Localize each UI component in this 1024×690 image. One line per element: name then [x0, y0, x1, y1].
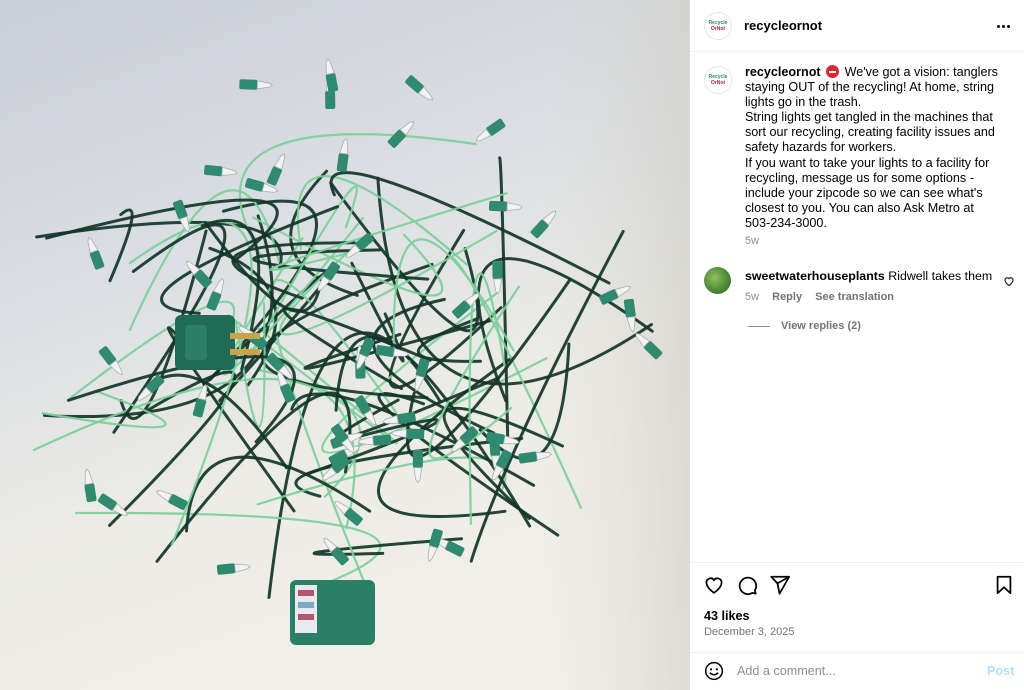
light-bulb: [488, 200, 523, 212]
comment-bubble-icon[interactable]: [736, 574, 758, 596]
light-bulb: [387, 120, 414, 148]
replies-divider: [748, 325, 770, 327]
see-translation-button[interactable]: See translation: [815, 291, 894, 303]
share-send-icon[interactable]: [769, 574, 791, 596]
light-bulb: [325, 58, 339, 93]
view-replies-label: View replies (2): [781, 320, 861, 332]
comment-text-row: sweetwaterhouseplants Ridwell takes them: [745, 269, 995, 283]
light-bulb: [475, 118, 506, 142]
comment-time: 5w: [745, 291, 760, 303]
caption-username[interactable]: recycleornot: [745, 65, 821, 79]
avatar-text-2: OrNot: [710, 26, 726, 32]
comment-text: Ridwell takes them: [888, 269, 993, 283]
post-comment-button[interactable]: Post: [987, 664, 1014, 678]
light-bulb: [203, 164, 238, 177]
light-bulb: [266, 153, 286, 186]
caption-line-2: String lights get tangled in the machine…: [745, 110, 995, 155]
comment-username[interactable]: sweetwaterhouseplants: [745, 269, 885, 283]
comment-input[interactable]: [737, 661, 972, 681]
commenter-avatar[interactable]: [704, 267, 731, 294]
light-bulb: [492, 260, 503, 295]
more-options-icon[interactable]: [993, 18, 1013, 34]
light-bulb: [390, 428, 425, 440]
avatar-text-2: OrNot: [710, 80, 726, 86]
reply-button[interactable]: Reply: [772, 291, 802, 303]
post-side-panel: Recycle OrNot recycleornot Recycle OrNot…: [689, 0, 1024, 690]
string-lights-illustration: [32, 0, 689, 690]
post-caption: recycleornot We've got a vision: tangler…: [745, 65, 1000, 231]
post-header: Recycle OrNot recycleornot: [690, 0, 1024, 52]
light-bulb: [87, 236, 105, 270]
light-bulb: [155, 490, 188, 510]
account-avatar[interactable]: Recycle OrNot: [704, 12, 732, 40]
light-bulb: [336, 138, 349, 172]
post-actions: 43 likes December 3, 2025 Post: [690, 562, 1024, 690]
caption-time[interactable]: 5w: [745, 235, 759, 247]
light-cord: [143, 373, 289, 470]
add-comment-bar: Post: [690, 652, 1024, 690]
light-bulb: [239, 79, 274, 90]
end-socket: [290, 580, 375, 645]
account-username[interactable]: recycleornot: [744, 18, 822, 33]
post-photo[interactable]: [0, 0, 689, 690]
no-entry-icon: [826, 65, 840, 78]
light-bulb: [97, 493, 128, 516]
caption-line-3: If you want to take your lights to a fac…: [745, 155, 990, 230]
like-heart-icon[interactable]: [703, 574, 725, 596]
caption-avatar[interactable]: Recycle OrNot: [704, 66, 732, 94]
comment-meta: 5w Reply See translation: [745, 291, 904, 303]
likes-count[interactable]: 43 likes: [704, 609, 750, 623]
light-bulb: [412, 449, 423, 484]
save-bookmark-icon[interactable]: [993, 574, 1015, 596]
like-comment-heart-icon[interactable]: [1003, 275, 1015, 287]
light-bulb: [84, 468, 97, 503]
light-bulb: [405, 75, 434, 101]
light-bulb: [216, 563, 251, 575]
post-date: December 3, 2025: [704, 626, 795, 638]
emoji-icon[interactable]: [704, 661, 724, 681]
view-replies-button[interactable]: View replies (2): [748, 320, 861, 332]
